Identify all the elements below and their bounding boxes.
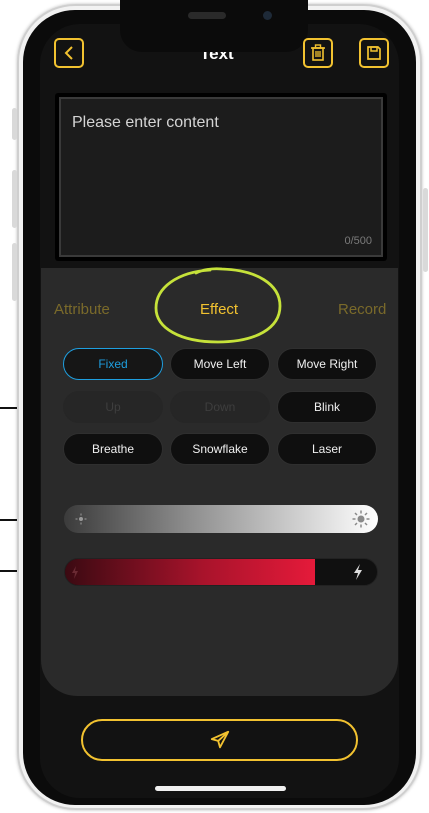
- effect-move-left-button[interactable]: Move Left: [170, 348, 270, 380]
- home-indicator: [155, 786, 286, 791]
- sun-small-icon: [75, 513, 87, 525]
- power-button: [423, 188, 428, 272]
- delete-button[interactable]: [303, 38, 333, 68]
- tab-attribute[interactable]: Attribute: [54, 301, 110, 318]
- effect-fixed-button[interactable]: Fixed: [63, 348, 163, 380]
- front-camera: [263, 11, 272, 20]
- speed-slider[interactable]: [64, 558, 378, 586]
- speed-slider-fill: [65, 559, 315, 585]
- effect-move-right-button[interactable]: Move Right: [277, 348, 377, 380]
- lightning-large-icon: [354, 564, 362, 580]
- effect-laser-button[interactable]: Laser: [277, 433, 377, 465]
- tab-record[interactable]: Record: [338, 301, 386, 318]
- effect-up-button[interactable]: Up: [63, 391, 163, 423]
- text-input-frame: Please enter content 0/500: [55, 93, 387, 261]
- notch: [120, 0, 308, 52]
- back-button[interactable]: [54, 38, 84, 68]
- effect-blink-button[interactable]: Blink: [277, 391, 377, 423]
- floppy-disk-icon: [367, 46, 381, 60]
- volume-up-button: [12, 170, 17, 228]
- trash-icon: [311, 44, 325, 61]
- effect-snowflake-button[interactable]: Snowflake: [170, 433, 270, 465]
- character-counter: 0/500: [344, 235, 372, 247]
- effect-breathe-button[interactable]: Breathe: [63, 433, 163, 465]
- paper-plane-icon: [210, 730, 229, 749]
- text-input[interactable]: Please enter content 0/500: [59, 97, 383, 257]
- highlight-circle-annotation: [154, 267, 282, 344]
- text-input-placeholder: Please enter content: [72, 114, 219, 131]
- effect-down-button[interactable]: Down: [170, 391, 270, 423]
- volume-down-button: [12, 243, 17, 301]
- brightness-slider[interactable]: [64, 505, 378, 533]
- sun-large-icon: [352, 510, 370, 528]
- send-button[interactable]: [81, 719, 358, 761]
- save-button[interactable]: [359, 38, 389, 68]
- speaker: [188, 12, 226, 19]
- chevron-left-icon: [64, 46, 73, 60]
- mute-switch: [12, 108, 17, 140]
- lightning-small-icon: [72, 566, 78, 579]
